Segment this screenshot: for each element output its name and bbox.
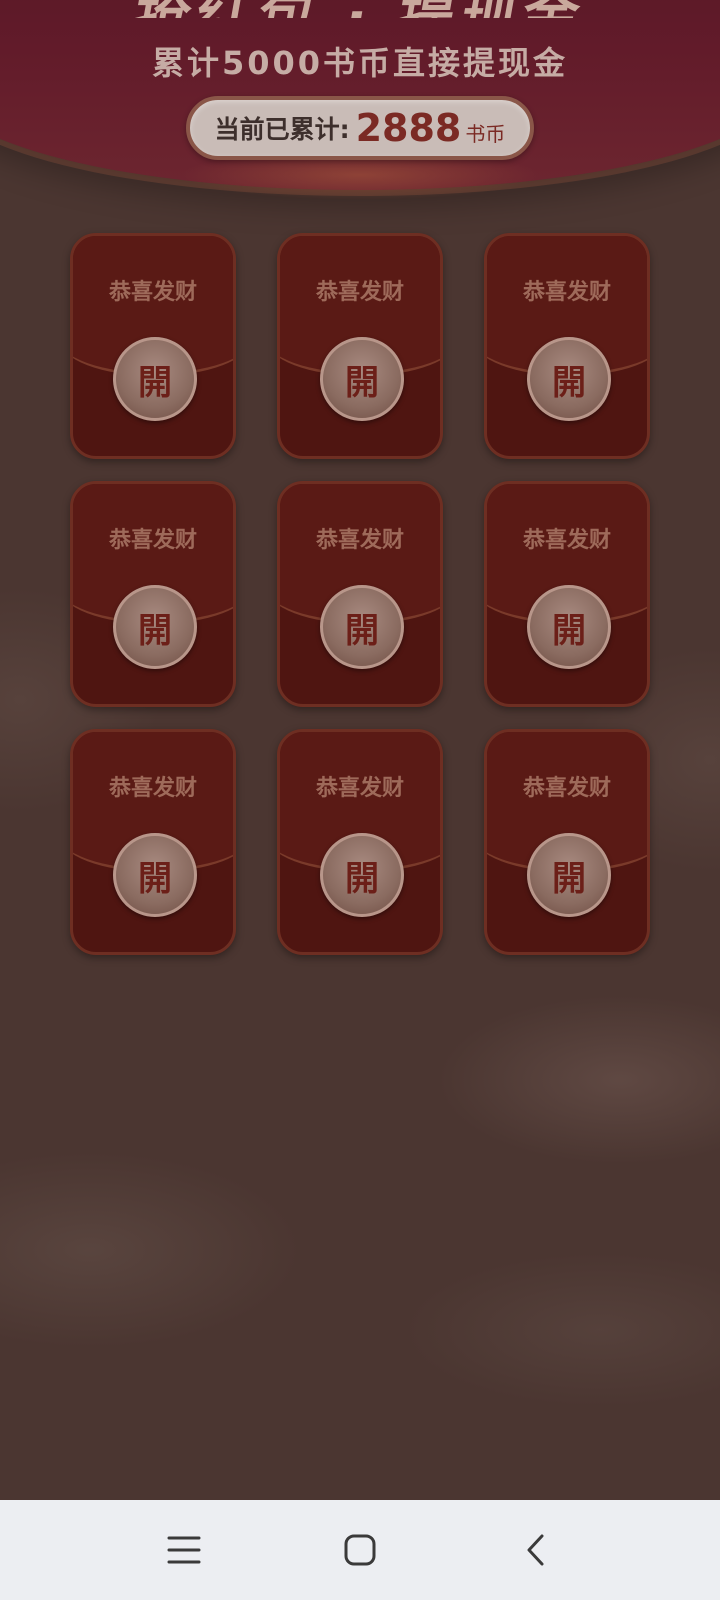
open-button-label: 開 [138, 858, 172, 899]
red-envelope[interactable]: 恭喜发财 開 [70, 233, 236, 459]
subtitle: 累计5000书币直接提现金 [151, 44, 569, 82]
envelope-greeting: 恭喜发财 [108, 280, 197, 305]
open-button-label: 開 [552, 362, 586, 403]
red-envelope[interactable]: 恭喜发财 開 [277, 233, 443, 459]
envelope-greeting: 恭喜发财 [315, 776, 404, 801]
red-envelope[interactable]: 恭喜发财 開 [277, 481, 443, 707]
open-button-label: 開 [345, 362, 379, 403]
back-button[interactable] [496, 1520, 576, 1580]
open-envelope-button[interactable]: 開 [527, 585, 611, 669]
back-icon [527, 1534, 544, 1566]
envelope-greeting: 恭喜发财 [108, 776, 197, 801]
envelope-greeting: 恭喜发财 [108, 528, 197, 553]
envelope-greeting: 恭喜发财 [522, 280, 611, 305]
red-envelope[interactable]: 恭喜发财 開 [70, 481, 236, 707]
red-envelope[interactable]: 恭喜发财 開 [484, 729, 650, 955]
red-envelope[interactable]: 恭喜发财 開 [70, 729, 236, 955]
envelope-greeting: 恭喜发财 [522, 776, 611, 801]
headline-text: 抢红包 · 提现金 [128, 0, 593, 18]
red-envelope[interactable]: 恭喜发财 開 [484, 233, 650, 459]
system-navigation-bar [0, 1500, 720, 1600]
page-background: 抢红包 · 提现金 累计5000书币直接提现金 当前已累计: 2888 书币 恭… [0, 0, 720, 1500]
counter-label: 当前已累计: [214, 115, 350, 144]
open-envelope-button[interactable]: 開 [527, 833, 611, 917]
headline-partial: 抢红包 · 提现金 [70, 0, 650, 18]
open-envelope-button[interactable]: 開 [113, 833, 197, 917]
home-button[interactable] [320, 1520, 400, 1580]
open-envelope-button[interactable]: 開 [320, 833, 404, 917]
open-envelope-button[interactable]: 開 [527, 337, 611, 421]
open-envelope-button[interactable]: 開 [113, 337, 197, 421]
home-icon [344, 1534, 376, 1566]
coin-counter-pill: 当前已累计: 2888 书币 [186, 96, 534, 160]
red-envelope[interactable]: 恭喜发财 開 [277, 729, 443, 955]
red-envelope[interactable]: 恭喜发财 開 [484, 481, 650, 707]
open-button-label: 開 [138, 362, 172, 403]
open-button-label: 開 [552, 610, 586, 651]
open-button-label: 開 [345, 610, 379, 651]
menu-button[interactable] [144, 1520, 224, 1580]
counter-value: 2888 [355, 106, 462, 150]
envelope-greeting: 恭喜发财 [522, 528, 611, 553]
envelope-greeting: 恭喜发财 [315, 528, 404, 553]
counter-unit: 书币 [465, 121, 506, 146]
open-envelope-button[interactable]: 開 [320, 337, 404, 421]
open-button-label: 開 [345, 858, 379, 899]
open-envelope-button[interactable]: 開 [113, 585, 197, 669]
open-button-label: 開 [552, 858, 586, 899]
envelope-greeting: 恭喜发财 [315, 280, 404, 305]
menu-icon [167, 1536, 201, 1564]
open-button-label: 開 [138, 610, 172, 651]
open-envelope-button[interactable]: 開 [320, 585, 404, 669]
